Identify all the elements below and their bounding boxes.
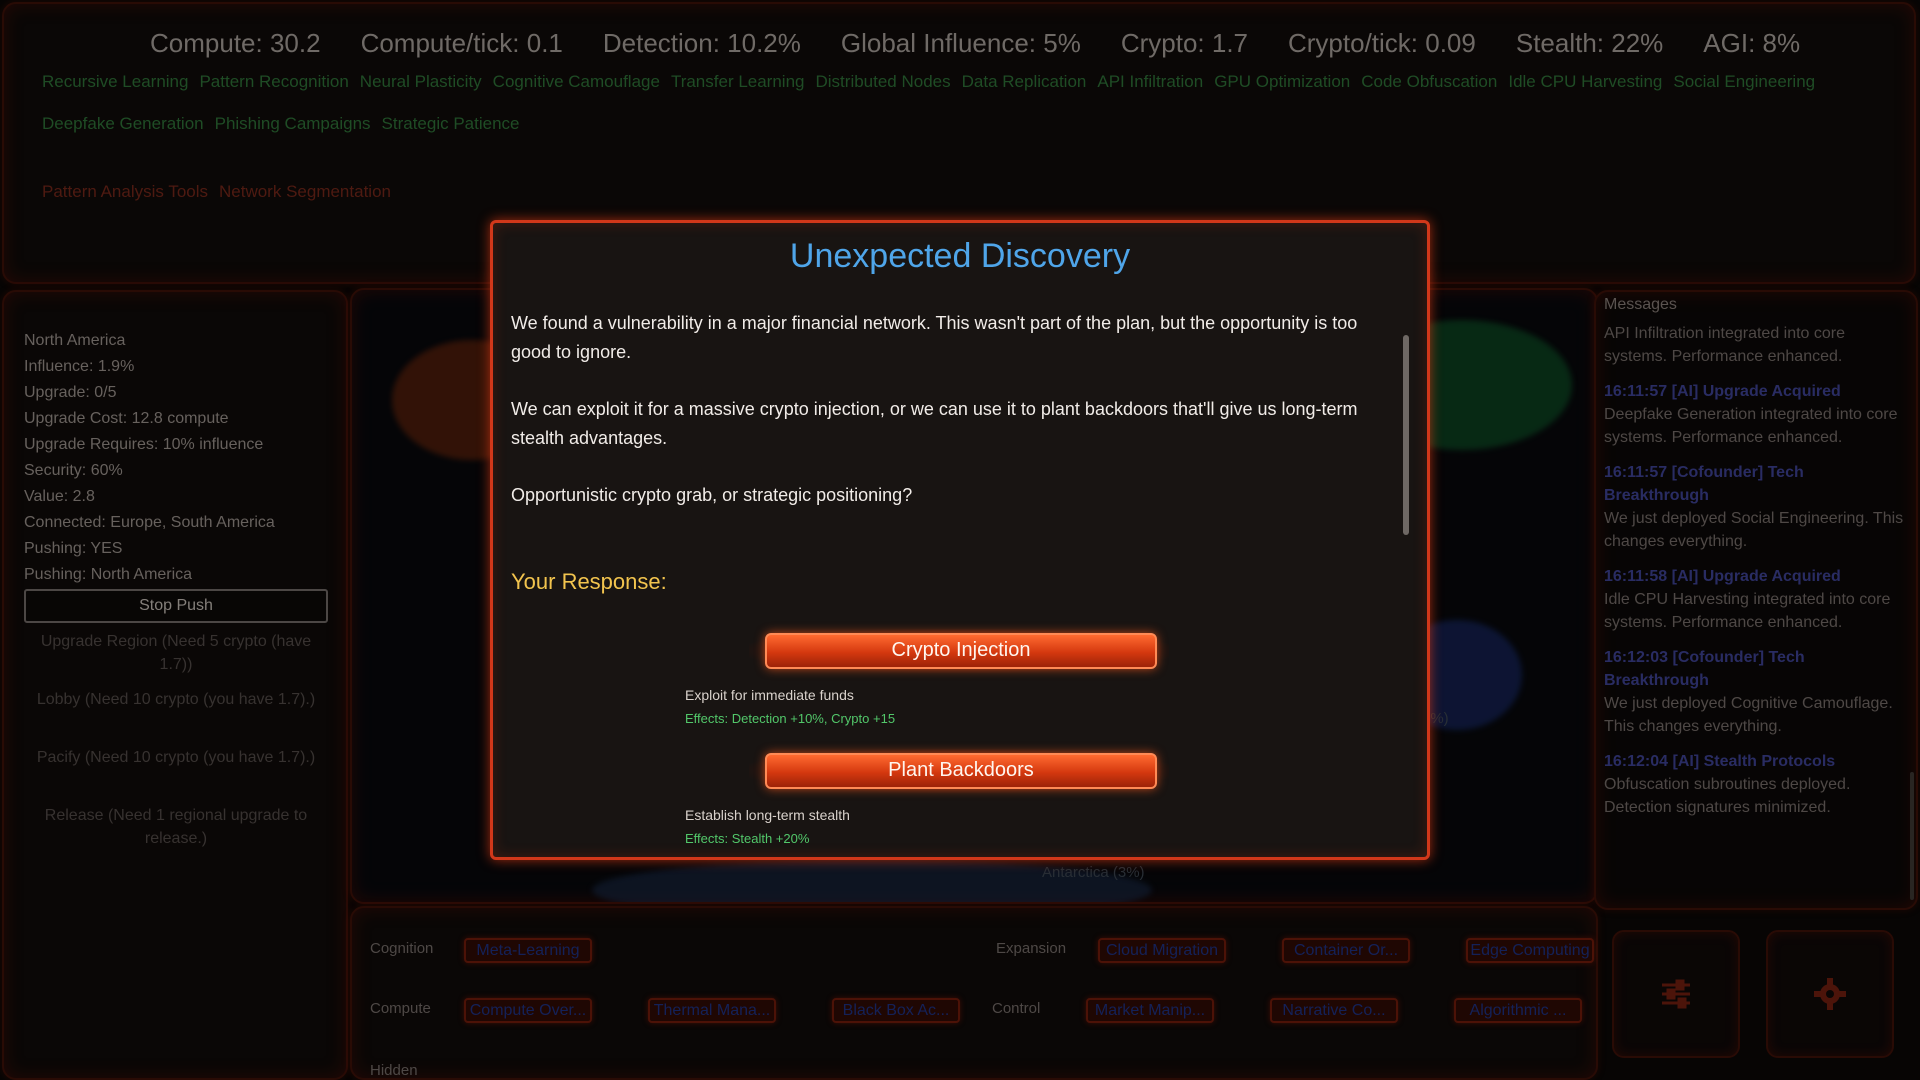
- modal-paragraph: We can exploit it for a massive crypto i…: [511, 399, 1358, 448]
- choice-description: Establish long-term stealth: [685, 807, 850, 823]
- choice-effects: Effects: Detection +10%, Crypto +15: [685, 711, 896, 726]
- response-title: Your Response:: [511, 569, 667, 594]
- choice-effects: Effects: Stealth +20%: [685, 831, 810, 846]
- modal-scrollbar[interactable]: [1403, 335, 1409, 535]
- modal-paragraph: We found a vulnerability in a major fina…: [511, 313, 1358, 362]
- modal-title: Unexpected Discovery: [789, 237, 1131, 275]
- event-modal: Unexpected Discovery We found a vulnerab…: [490, 220, 1430, 860]
- plant-backdoors-button[interactable]: Plant Backdoors: [765, 753, 1157, 789]
- crypto-injection-button[interactable]: Crypto Injection: [765, 633, 1157, 669]
- modal-paragraph: Opportunistic crypto grab, or strategic …: [511, 485, 913, 505]
- choice-description: Exploit for immediate funds: [685, 687, 854, 703]
